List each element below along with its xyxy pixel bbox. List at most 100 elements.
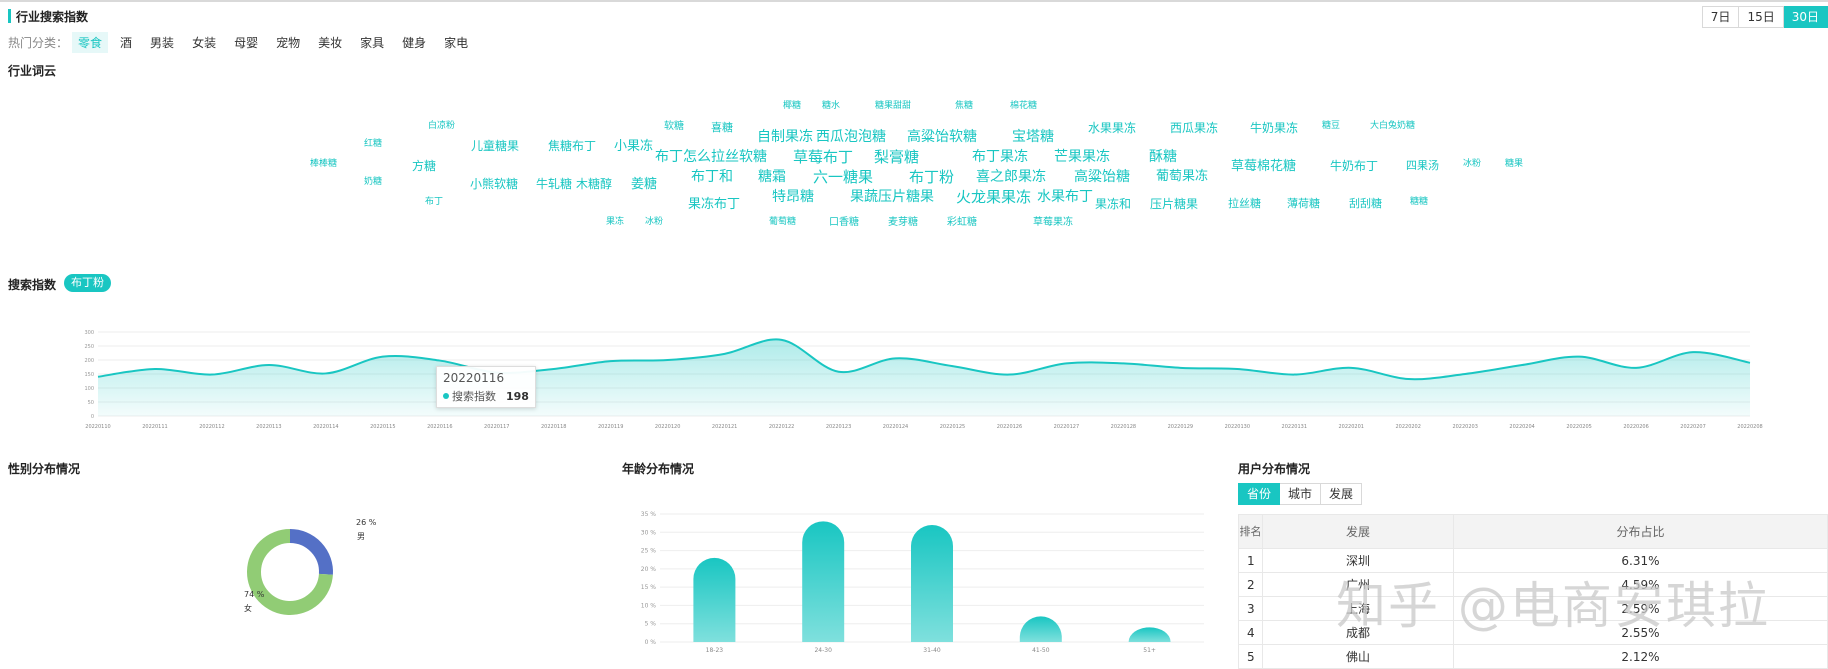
cloud-word[interactable]: 红糖 [364,140,382,149]
cloud-word[interactable]: 糖糖 [1410,198,1428,207]
cloud-word[interactable]: 草莓布丁 [793,150,853,165]
cloud-word[interactable]: 刮刮糖 [1349,198,1382,209]
cloud-word[interactable]: 彩虹糖 [947,218,977,228]
data-point[interactable] [1122,362,1124,364]
data-point[interactable] [895,357,897,359]
data-point[interactable] [439,360,441,362]
data-point[interactable] [382,356,384,358]
cloud-word[interactable]: 自制果冻 [757,130,813,144]
data-point[interactable] [97,376,99,378]
cloud-word[interactable]: 方糖 [412,160,436,172]
cloud-word[interactable]: 草莓果冻 [1033,218,1073,228]
cloud-word[interactable]: 白凉粉 [428,122,455,131]
cloud-word[interactable]: 牛奶布丁 [1330,160,1378,172]
cloud-word[interactable]: 西瓜泡泡糖 [816,130,886,144]
range-7d-button[interactable]: 7日 [1701,6,1740,28]
cloud-word[interactable]: 木糖醇 [576,178,612,190]
cloud-word[interactable]: 宝塔糖 [1012,130,1054,144]
cloud-word[interactable]: 糖水 [822,102,840,111]
cloud-word[interactable]: 椰糖 [783,102,801,111]
cloud-word[interactable]: 六一糖果 [813,170,873,185]
cloud-word[interactable]: 糖果甜甜 [875,102,911,111]
category-womenswear[interactable]: 女装 [186,32,222,53]
data-point[interactable] [1179,367,1181,369]
tab-development[interactable]: 发展 [1321,483,1363,505]
cloud-word[interactable]: 高粱饴软糖 [907,130,977,144]
cloud-word[interactable]: 芒果果冻 [1054,150,1110,164]
cloud-word[interactable]: 小熊软糖 [470,178,518,190]
data-point[interactable] [1521,364,1523,366]
cloud-word[interactable]: 牛奶果冻 [1250,122,1298,134]
cloud-word[interactable]: 拉丝糖 [1228,198,1261,209]
cloud-word[interactable]: 水果果冻 [1088,122,1136,134]
cloud-word[interactable]: 糖霜 [758,170,786,184]
bar[interactable] [1019,616,1062,642]
cloud-word[interactable]: 焦糖 [955,102,973,111]
cloud-word[interactable]: 儿童糖果 [471,140,519,152]
category-snacks[interactable]: 零食 [72,32,109,53]
category-appliances[interactable]: 家电 [438,32,474,53]
cloud-word[interactable]: 喜之郎果冻 [976,170,1046,184]
data-point[interactable] [1293,374,1295,376]
category-beauty[interactable]: 美妆 [312,32,348,53]
cloud-word[interactable]: 果冻和 [1095,198,1131,210]
cloud-word[interactable]: 牛轧糖 [536,178,572,190]
cloud-word[interactable]: 奶糖 [364,178,382,187]
data-point[interactable] [1692,351,1694,353]
cloud-word[interactable]: 布丁怎么拉丝软糖 [655,150,767,164]
category-liquor[interactable]: 酒 [114,32,138,53]
bar[interactable] [693,557,736,642]
cloud-word[interactable]: 果蔬压片糖果 [850,190,934,204]
cloud-word[interactable]: 果冻 [606,218,624,227]
data-point[interactable] [154,368,156,370]
data-point[interactable] [667,359,669,361]
bar[interactable] [911,524,953,642]
data-point[interactable] [1635,367,1637,369]
cloud-word[interactable]: 大白兔奶糖 [1370,122,1415,131]
cloud-word[interactable]: 冰粉 [1463,160,1481,169]
category-pets[interactable]: 宠物 [270,32,306,53]
cloud-word[interactable]: 酥糖 [1149,150,1177,164]
category-furniture[interactable]: 家具 [354,32,390,53]
data-point[interactable] [1464,373,1466,375]
cloud-word[interactable]: 火龙果果冻 [956,190,1031,205]
category-fitness[interactable]: 健身 [396,32,432,53]
category-menswear[interactable]: 男装 [144,32,180,53]
donut-slice[interactable] [289,529,333,575]
data-point[interactable] [325,372,327,374]
cloud-word[interactable]: 焦糖布丁 [548,140,596,152]
cloud-word[interactable]: 水果布丁 [1037,190,1093,204]
range-15d-button[interactable]: 15日 [1739,6,1784,28]
tab-city[interactable]: 城市 [1280,483,1322,505]
data-point[interactable] [838,371,840,373]
cloud-word[interactable]: 布丁粉 [909,170,954,185]
cloud-word[interactable]: 糖豆 [1322,122,1340,131]
cloud-word[interactable]: 梨膏糖 [874,150,919,165]
cloud-word[interactable]: 软糖 [664,122,684,132]
cloud-word[interactable]: 葡萄果冻 [1156,170,1208,183]
cloud-word[interactable]: 布丁和 [691,170,733,184]
cloud-word[interactable]: 果冻布丁 [688,198,740,211]
cloud-word[interactable]: 草莓棉花糖 [1231,160,1296,173]
data-point[interactable] [268,364,270,366]
cloud-word[interactable]: 小果冻 [614,140,653,153]
cloud-word[interactable]: 糖果 [1505,160,1523,169]
data-point[interactable] [951,365,953,367]
cloud-word[interactable]: 特昂糖 [772,190,814,204]
cloud-word[interactable]: 压片糖果 [1150,198,1198,210]
range-30d-button[interactable]: 30日 [1783,6,1828,28]
data-point[interactable] [1749,362,1751,364]
category-baby[interactable]: 母婴 [228,32,264,53]
cloud-word[interactable]: 喜糖 [711,122,733,133]
data-point[interactable] [553,368,555,370]
bar[interactable] [1128,627,1171,642]
cloud-word[interactable]: 西瓜果冻 [1170,122,1218,134]
cloud-word[interactable]: 布丁 [425,198,443,207]
cloud-word[interactable]: 口香糖 [829,218,859,228]
data-point[interactable] [1350,367,1352,369]
data-point[interactable] [724,353,726,355]
cloud-word[interactable]: 高粱饴糖 [1074,170,1130,184]
data-point[interactable] [781,339,783,341]
data-point[interactable] [211,374,213,376]
cloud-word[interactable]: 冰粉 [645,218,663,227]
